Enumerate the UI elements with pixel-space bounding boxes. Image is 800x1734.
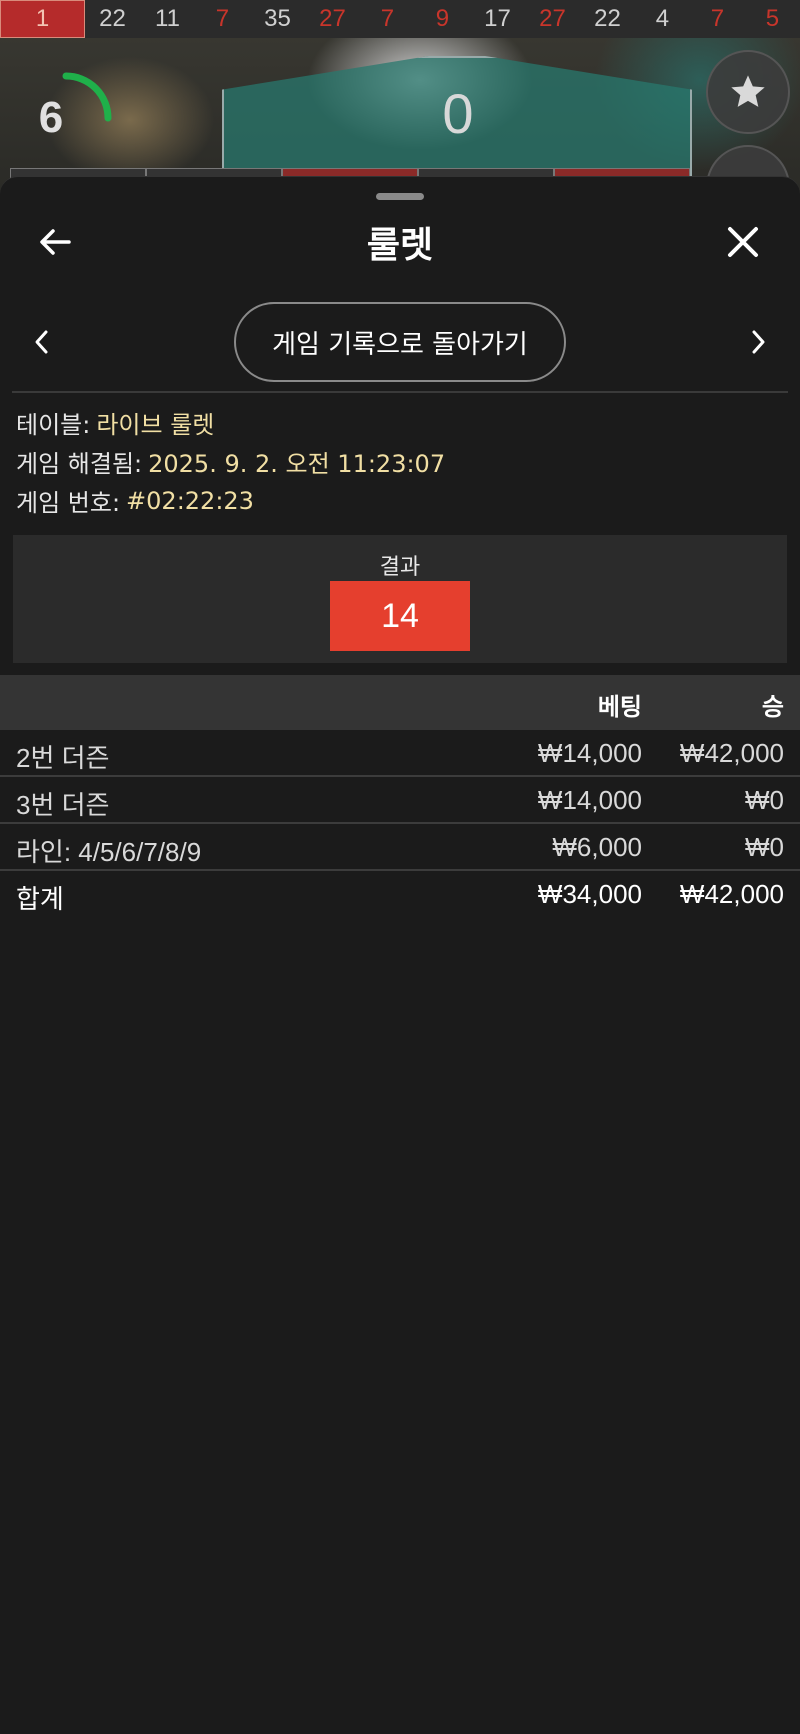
sheet-grabber[interactable] bbox=[376, 193, 424, 200]
game-number-value: #02:22:23 bbox=[126, 486, 254, 515]
win-amount: ₩42,000 bbox=[679, 738, 784, 768]
game-navigation: 게임 기록으로 돌아가기 bbox=[0, 302, 800, 382]
roulette-history-bar: 1 22 11 7 35 27 7 9 17 27 22 4 7 5 bbox=[0, 0, 800, 38]
back-to-history-button[interactable]: 게임 기록으로 돌아가기 bbox=[234, 302, 566, 382]
bet-name: 3번 더즌 bbox=[16, 790, 110, 820]
total-win: ₩42,000 bbox=[679, 879, 784, 909]
favorite-button[interactable] bbox=[706, 50, 790, 134]
history-number: 5 bbox=[765, 5, 780, 32]
bet-name: 라인: 4/5/6/7/8/9 bbox=[16, 837, 202, 867]
history-number: 27 bbox=[539, 5, 566, 32]
history-number: 7 bbox=[710, 5, 725, 32]
history-number: 27 bbox=[319, 5, 346, 32]
history-number: 35 bbox=[264, 5, 291, 32]
previous-game-button[interactable] bbox=[22, 317, 62, 367]
bets-table: 베팅 승 2번 더즌 ₩14,000 ₩42,000 3번 더즌 ₩14,000… bbox=[0, 675, 800, 918]
history-number: 4 bbox=[655, 5, 670, 32]
next-game-button[interactable] bbox=[738, 317, 778, 367]
timer-value: 6 bbox=[38, 93, 64, 142]
close-icon bbox=[728, 227, 758, 257]
result-panel: 결과 14 bbox=[13, 535, 787, 663]
bet-name: 2번 더즌 bbox=[16, 743, 110, 773]
close-button[interactable] bbox=[718, 217, 768, 267]
result-label: 결과 bbox=[379, 555, 421, 580]
bets-table-header: 베팅 승 bbox=[0, 675, 800, 730]
table-row: 3번 더즌 ₩14,000 ₩0 bbox=[0, 777, 800, 824]
resolved-info: 게임 해결됨: 2025. 9. 2. 오전 11:23:07 bbox=[16, 442, 786, 481]
chevron-left-icon bbox=[35, 330, 48, 354]
header-bet: 베팅 bbox=[597, 693, 642, 721]
table-row: 라인: 4/5/6/7/8/9 ₩6,000 ₩0 bbox=[0, 824, 800, 871]
history-number: 7 bbox=[215, 5, 230, 32]
history-number: 22 bbox=[99, 5, 126, 32]
history-number: 11 bbox=[155, 5, 180, 32]
bet-amount: ₩14,000 bbox=[537, 785, 642, 815]
game-info: 테이블: 라이브 룰렛 게임 해결됨: 2025. 9. 2. 오전 11:23… bbox=[16, 403, 786, 520]
resolved-label: 게임 해결됨: bbox=[16, 450, 143, 478]
result-number-badge: 14 bbox=[330, 581, 470, 651]
history-number: 17 bbox=[484, 5, 511, 32]
betting-timer: 6 bbox=[18, 70, 114, 166]
total-bet: ₩34,000 bbox=[537, 879, 642, 909]
chevron-right-icon bbox=[752, 330, 765, 354]
table-value: 라이브 룰렛 bbox=[96, 411, 215, 439]
total-row: 합계 ₩34,000 ₩42,000 bbox=[0, 871, 800, 918]
bet-amount: ₩6,000 bbox=[552, 832, 642, 862]
sheet-title: 룰렛 bbox=[366, 225, 434, 266]
resolved-value: 2025. 9. 2. 오전 11:23:07 bbox=[148, 450, 446, 478]
bet-amount: ₩14,000 bbox=[537, 738, 642, 768]
history-number: 1 bbox=[0, 0, 85, 38]
history-number: 7 bbox=[380, 5, 395, 32]
star-icon bbox=[731, 75, 765, 107]
win-amount: ₩0 bbox=[745, 832, 784, 862]
game-number-label: 게임 번호: bbox=[16, 489, 121, 517]
sheet-header: 룰렛 bbox=[0, 207, 800, 277]
total-label: 합계 bbox=[16, 884, 64, 914]
zero-pocket-label: 0 bbox=[442, 81, 474, 145]
table-row: 2번 더즌 ₩14,000 ₩42,000 bbox=[0, 730, 800, 777]
arrow-left-icon bbox=[40, 229, 71, 255]
game-number-info: 게임 번호: #02:22:23 bbox=[16, 481, 786, 520]
history-number: 9 bbox=[435, 5, 450, 32]
history-number: 22 bbox=[594, 5, 621, 32]
game-detail-sheet: 룰렛 게임 기록으로 돌아가기 테이블: 라이브 룰렛 게임 해결됨: 2025 bbox=[0, 176, 800, 1734]
table-info: 테이블: 라이브 룰렛 bbox=[16, 403, 786, 442]
divider bbox=[12, 391, 788, 393]
header-win: 승 bbox=[761, 693, 784, 721]
back-button[interactable] bbox=[30, 217, 80, 267]
win-amount: ₩0 bbox=[745, 785, 784, 815]
table-label: 테이블: bbox=[16, 411, 91, 439]
